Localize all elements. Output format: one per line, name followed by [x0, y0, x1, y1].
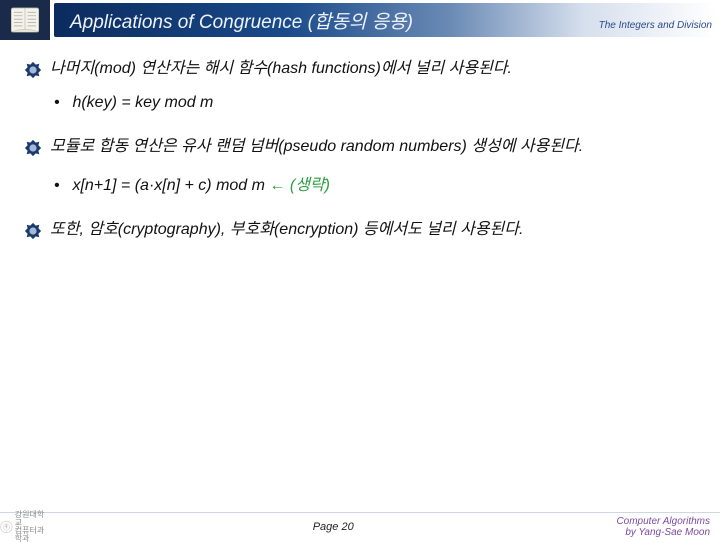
- book-icon: [8, 3, 42, 37]
- crest-icon: [24, 139, 42, 157]
- left-arrow-icon: ←: [269, 177, 285, 194]
- sub-bullet-2-note: (생략): [285, 177, 330, 194]
- header: Applications of Congruence (합동의 응용) The …: [0, 0, 720, 40]
- footer-credit: Computer Algorithms by Yang-Sae Moon: [616, 516, 720, 538]
- crest-icon: [24, 61, 42, 79]
- slide-title: Applications of Congruence (합동의 응용): [70, 7, 413, 34]
- sub-bullet-2-main: x[n+1] = (a·x[n] + c) mod m: [72, 177, 269, 194]
- header-logo: [0, 0, 50, 40]
- dot-icon: •: [54, 94, 68, 112]
- sub-bullet-1: • h(key) = key mod m: [54, 94, 696, 112]
- page-number: Page 20: [50, 521, 616, 533]
- bullet-2-text: 모듈로 합동 연산은 유사 랜덤 넘버(pseudo random number…: [50, 136, 696, 158]
- credit-line-1: Computer Algorithms: [616, 516, 710, 527]
- dot-icon: •: [54, 177, 68, 195]
- content-area: 나머지(mod) 연산자는 해시 함수(hash functions)에서 널리…: [0, 40, 720, 241]
- bullet-2: 모듈로 합동 연산은 유사 랜덤 넘버(pseudo random number…: [24, 136, 696, 158]
- sub-bullet-2: • x[n+1] = (a·x[n] + c) mod m ← (생략): [54, 171, 696, 195]
- footer-logo-text: 강원대학교컴퓨터과학과: [15, 511, 50, 543]
- credit-line-2: by Yang-Sae Moon: [625, 527, 710, 538]
- bullet-3-text: 또한, 암호(cryptography), 부호화(encryption) 등에…: [50, 219, 696, 241]
- sub-bullet-1-text: h(key) = key mod m: [72, 94, 213, 111]
- bullet-3: 또한, 암호(cryptography), 부호화(encryption) 등에…: [24, 219, 696, 241]
- university-seal-icon: [0, 519, 13, 535]
- bullet-1-text: 나머지(mod) 연산자는 해시 함수(hash functions)에서 널리…: [50, 58, 696, 80]
- section-label: The Integers and Division: [599, 20, 712, 31]
- bullet-1: 나머지(mod) 연산자는 해시 함수(hash functions)에서 널리…: [24, 58, 696, 80]
- crest-icon: [24, 222, 42, 240]
- footer: 강원대학교컴퓨터과학과 Page 20 Computer Algorithms …: [0, 512, 720, 540]
- footer-logo: 강원대학교컴퓨터과학과: [0, 513, 50, 540]
